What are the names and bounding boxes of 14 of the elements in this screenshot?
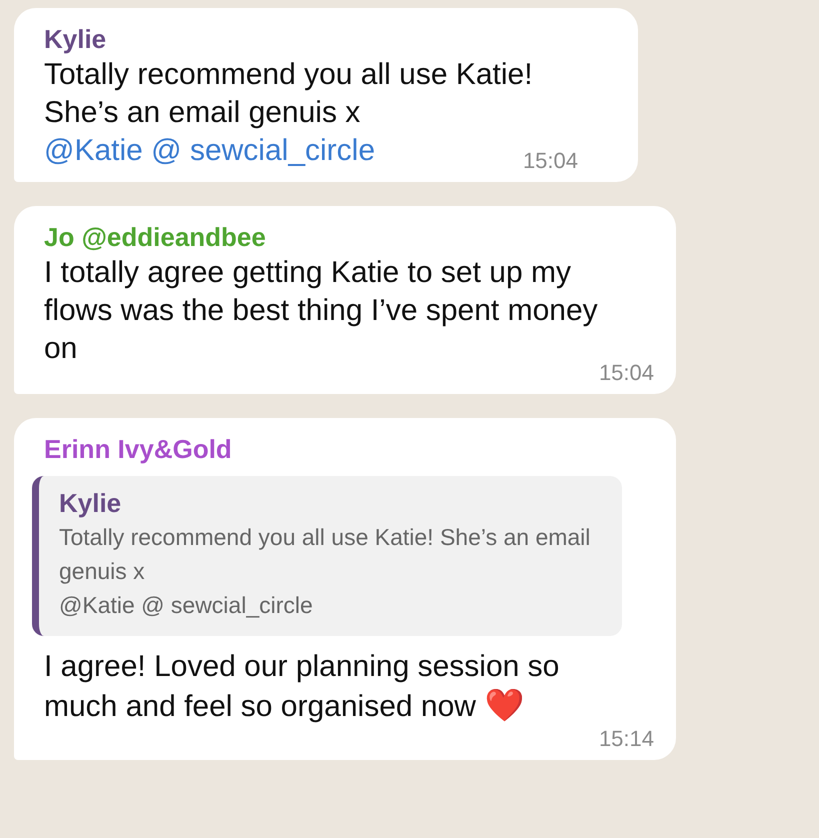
message-text: I totally agree getting Katie to set up my flows was the best thing I’ve spent money on — [44, 255, 599, 367]
message-text: Totally recommend you all use Katie! She’s an email genuis x — [44, 57, 534, 131]
sender-name: Kylie — [44, 23, 108, 56]
sender-name: Erinn Ivy&Gold — [44, 433, 233, 466]
message-text: I agree! Loved our planning session so much and feel so organised now ❤ — [44, 649, 560, 726]
mention-link[interactable]: @Katie @ sewcial_circle — [44, 132, 376, 170]
message-time: 15:04 — [522, 148, 578, 174]
sender-name: Jo @eddieandbee — [44, 221, 267, 254]
sender-name: Kylie — [59, 487, 122, 520]
quoted-message[interactable]: Kylie Totally recommend you all use Katie! She’s an email genuis x @Katie @ sewcial_circle — [32, 476, 622, 636]
message-time: 15:04 — [598, 360, 654, 386]
message-text: Totally recommend you all use Katie! She’s an email genuis x — [59, 523, 592, 586]
message-time: 15:14 — [598, 726, 654, 752]
mention-link[interactable]: @Katie @ sewcial_circle — [59, 588, 602, 622]
